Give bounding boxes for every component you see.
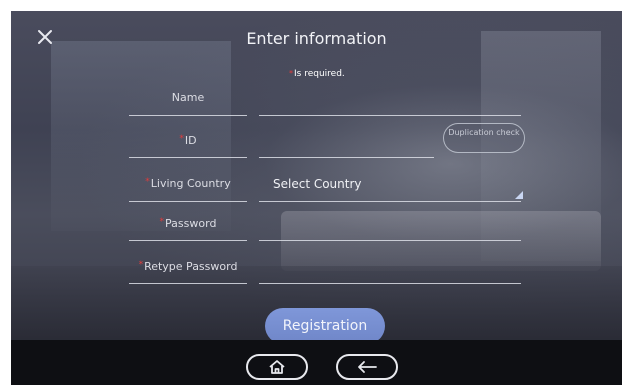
required-marker: * [179, 134, 184, 144]
name-field[interactable] [259, 115, 521, 116]
background-sofa [281, 211, 601, 271]
retype-password-field[interactable] [259, 283, 521, 284]
app-screen: Enter information *Is required. Name *ID… [11, 11, 622, 350]
country-label-text: Living Country [150, 177, 231, 190]
required-marker: * [145, 177, 150, 187]
id-label-text: ID [184, 134, 197, 147]
required-note-text: Is required. [294, 69, 345, 79]
country-select[interactable]: Select Country [273, 177, 362, 191]
password-label-text: Password [165, 217, 217, 230]
country-label: *Living Country [129, 177, 247, 190]
required-marker: * [138, 260, 144, 270]
navigation-bar [11, 340, 622, 385]
page-title: Enter information [246, 29, 387, 48]
required-note: *Is required. [289, 69, 345, 79]
required-marker: * [159, 217, 165, 227]
id-field[interactable] [259, 157, 434, 158]
retype-password-label-underline [129, 283, 247, 284]
retype-password-label-text: Retype Password [144, 260, 238, 273]
password-label: *Password [129, 217, 247, 230]
registration-button[interactable]: Registration [265, 308, 385, 344]
country-select-underline [259, 201, 521, 202]
back-button[interactable] [336, 354, 398, 380]
home-button[interactable] [246, 354, 308, 380]
id-label-underline [129, 157, 247, 158]
retype-password-label: *Retype Password [129, 260, 247, 273]
name-label: Name [171, 91, 205, 104]
country-label-underline [129, 201, 247, 202]
required-marker: * [289, 69, 293, 78]
password-field[interactable] [259, 240, 521, 241]
password-label-underline [129, 240, 247, 241]
id-label: *ID [129, 134, 247, 147]
dropdown-corner-icon[interactable] [515, 191, 523, 199]
duplication-check-button[interactable]: Duplication check [443, 123, 525, 153]
name-label-underline [129, 115, 247, 116]
